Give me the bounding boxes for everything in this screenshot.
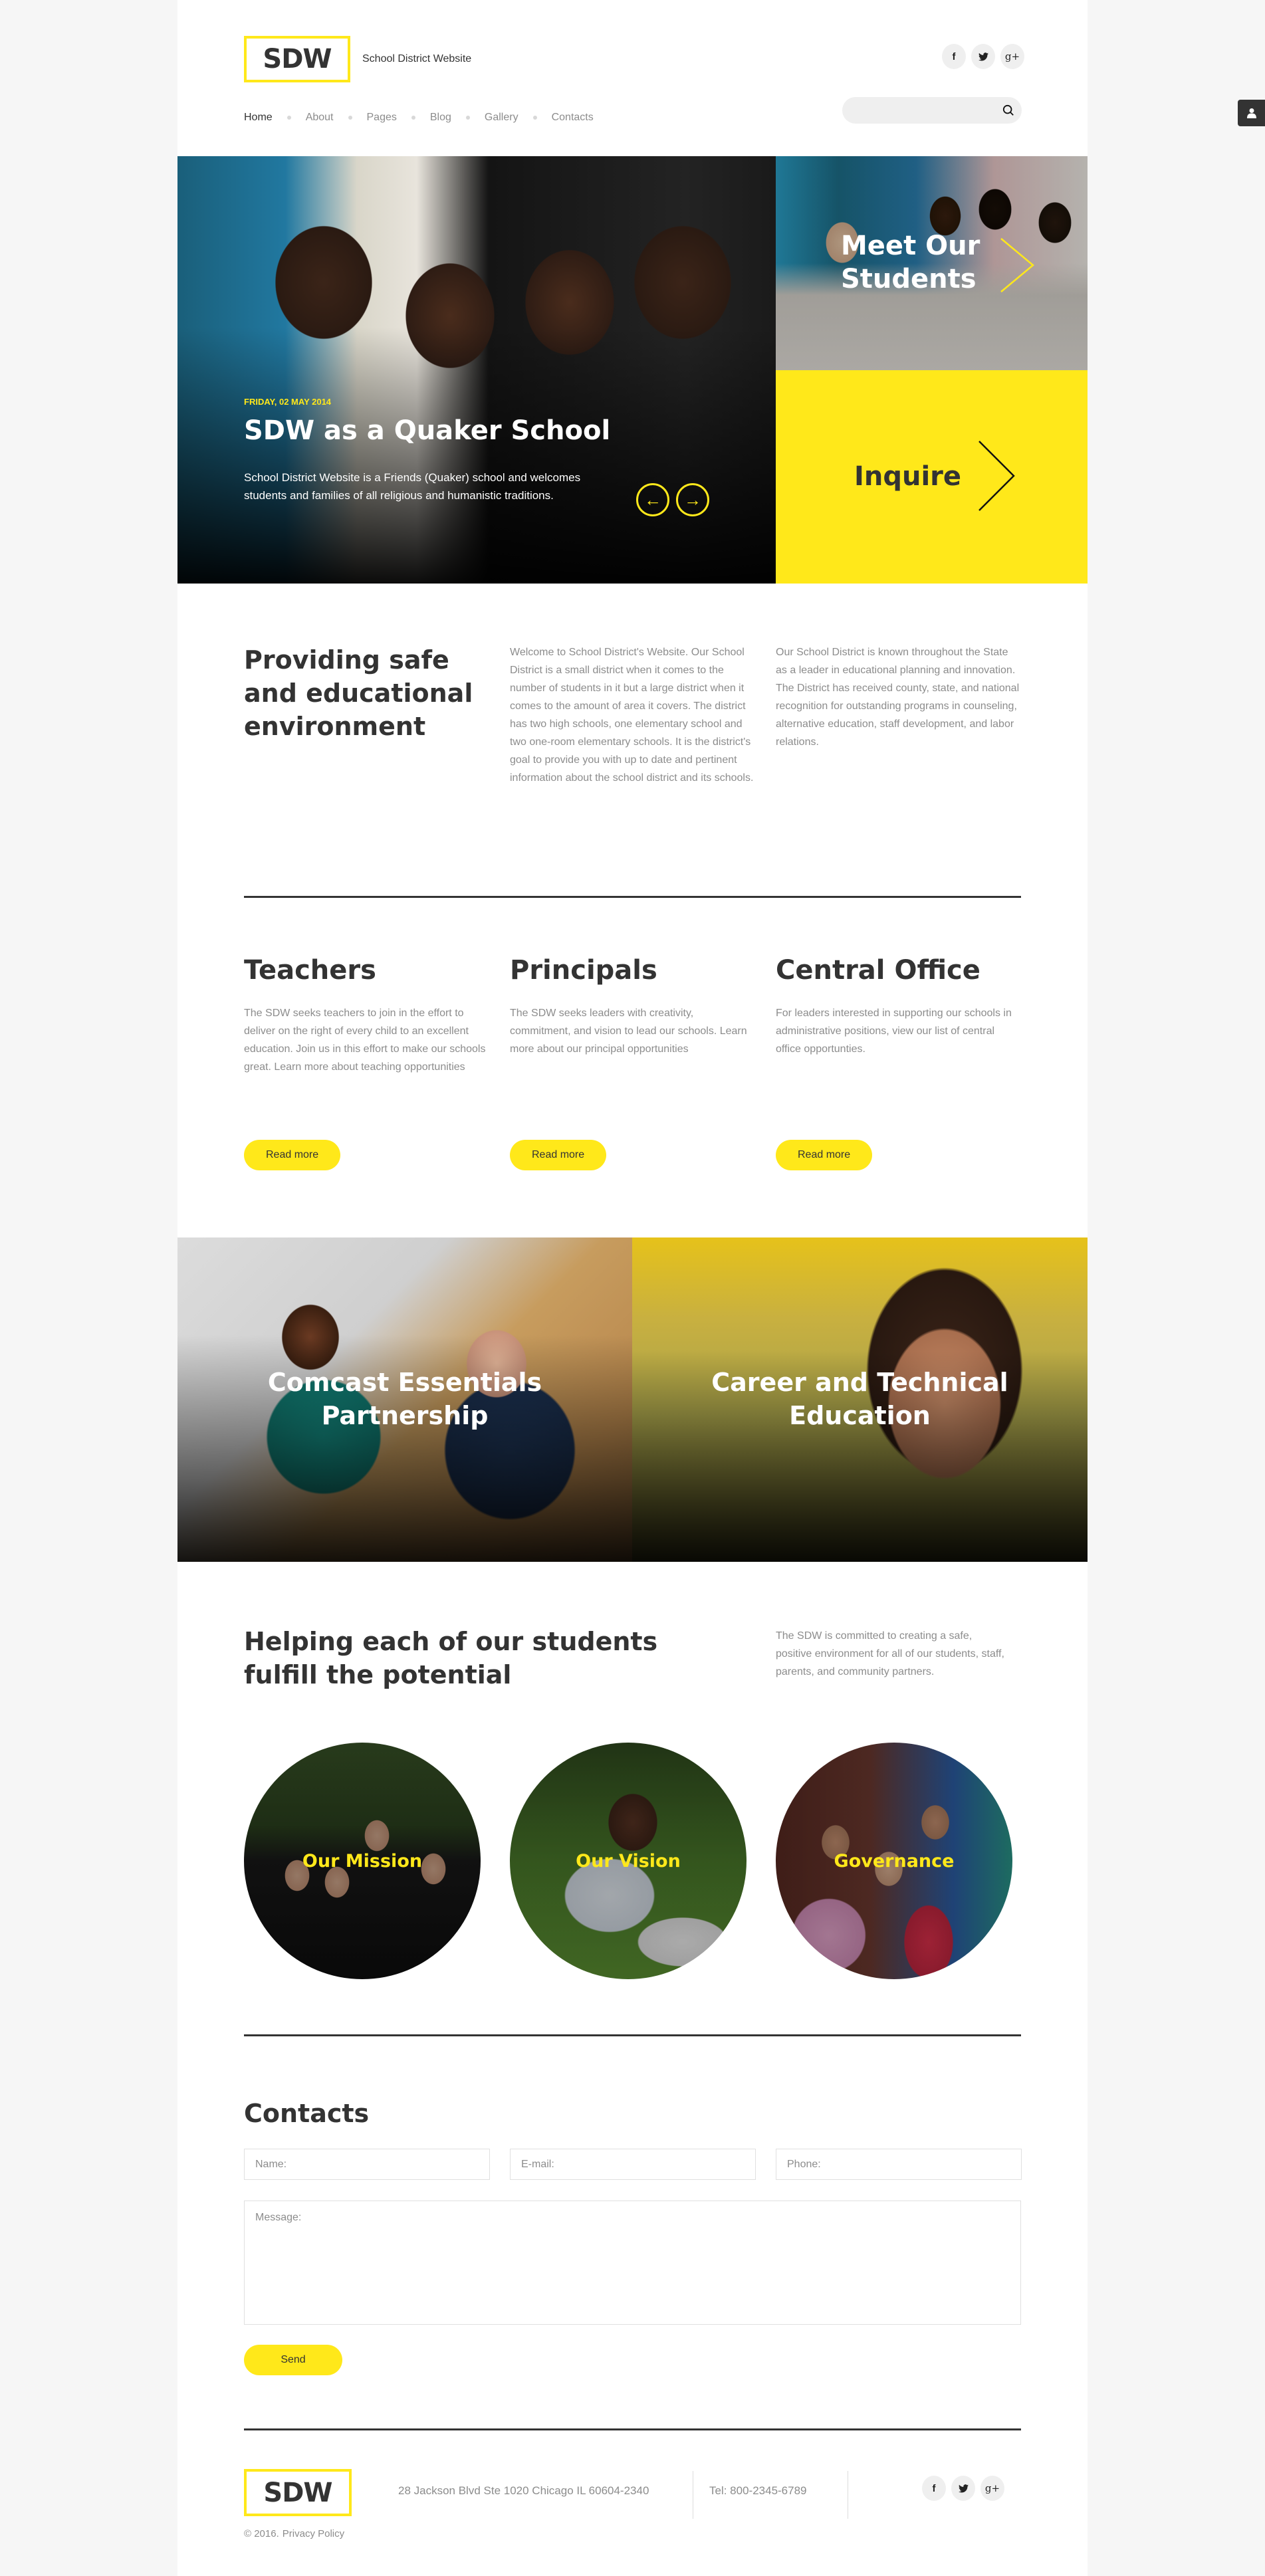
twitter-icon[interactable] <box>971 44 995 69</box>
read-more-button[interactable]: Read more <box>244 1140 341 1170</box>
footer-address: 28 Jackson Blvd Ste 1020 Chicago IL 6060… <box>398 2484 649 2497</box>
nav-about[interactable]: About <box>306 112 334 124</box>
circle-our-mission[interactable]: Our Mission <box>244 1743 481 1979</box>
card-title: Teachers <box>244 955 376 986</box>
google-plus-icon[interactable]: g+ <box>980 2476 1004 2501</box>
banner-label: Comcast Essentials Partnership <box>267 1368 542 1430</box>
section-divider <box>244 2034 1021 2036</box>
nav-contacts[interactable]: Contacts <box>552 112 594 124</box>
circle-label: Our Mission <box>302 1850 423 1872</box>
card-central-office: Central Office For leaders interested in… <box>776 954 1022 1170</box>
nav-home[interactable]: Home <box>244 112 273 124</box>
contacts-title: Contacts <box>244 2099 370 2128</box>
search-icon[interactable] <box>995 97 1022 124</box>
facebook-icon[interactable]: f <box>942 44 966 69</box>
hero-slider: FRIDAY, 02 MAY 2014 SDW as a Quaker Scho… <box>177 156 776 584</box>
arrow-right-icon[interactable]: → <box>676 483 709 516</box>
read-more-button[interactable]: Read more <box>510 1140 607 1170</box>
page-container: SDW School District Website f g+ Home Ab… <box>177 0 1088 2576</box>
nav-gallery[interactable]: Gallery <box>485 112 518 124</box>
facebook-icon[interactable]: f <box>922 2476 946 2501</box>
card-text: For leaders interested in supporting our… <box>776 1008 1012 1055</box>
card-text: The SDW seeks teachers to join in the ef… <box>244 1008 486 1073</box>
user-panel-toggle[interactable] <box>1238 100 1265 126</box>
nav-separator <box>411 116 415 120</box>
email-field[interactable] <box>510 2149 756 2180</box>
banner-comcast-essentials[interactable]: Comcast Essentials Partnership <box>177 1237 632 1562</box>
nav-blog[interactable]: Blog <box>430 112 451 124</box>
read-more-button[interactable]: Read more <box>776 1140 873 1170</box>
nav-separator <box>287 116 291 120</box>
send-button[interactable]: Send <box>244 2345 342 2375</box>
user-icon <box>1246 108 1256 118</box>
google-plus-icon[interactable]: g+ <box>1000 44 1024 69</box>
footer-phone: Tel: 800-2345-6789 <box>709 2484 807 2497</box>
logo-text: SDW <box>263 2477 332 2508</box>
card-title: Principals <box>510 955 657 986</box>
privacy-policy-link[interactable]: Privacy Policy <box>283 2528 344 2539</box>
banner-career-technical[interactable]: Career and Technical Education <box>632 1237 1088 1562</box>
nav-separator <box>348 116 352 120</box>
card-text: The SDW seeks leaders with creativity, c… <box>510 1008 747 1055</box>
nav-separator <box>532 116 537 120</box>
slider-controls: ← → <box>636 483 709 516</box>
nav-pages[interactable]: Pages <box>367 112 397 124</box>
message-field[interactable] <box>244 2200 1021 2325</box>
meet-our-students-tile[interactable]: Meet Our Students <box>776 156 1088 370</box>
hero-date: FRIDAY, 02 MAY 2014 <box>244 397 332 407</box>
search-input[interactable] <box>842 97 995 124</box>
hero-text: School District Website is a Friends (Qu… <box>244 471 581 502</box>
search-bar <box>842 97 1022 124</box>
footer-copyright: © 2016. Privacy Policy <box>244 2528 344 2539</box>
section-divider <box>244 2428 1021 2430</box>
copyright-text: © 2016. <box>244 2528 279 2539</box>
circle-our-vision[interactable]: Our Vision <box>510 1743 747 1979</box>
about-district-text: Our School District is known throughout … <box>776 647 1020 748</box>
header-social-links: f g+ <box>942 44 1024 69</box>
helping-text: The SDW is committed to creating a safe,… <box>776 1630 1004 1677</box>
chevron-right-icon <box>1000 238 1034 292</box>
circle-label: Governance <box>834 1850 955 1872</box>
helping-title: Helping each of our students fulfill the… <box>244 1627 658 1689</box>
footer-logo[interactable]: SDW <box>244 2469 352 2516</box>
inquire-label: Inquire <box>854 461 962 492</box>
about-welcome-text: Welcome to School District's Website. Ou… <box>510 647 754 784</box>
site-logo[interactable]: SDW <box>244 36 350 82</box>
name-field[interactable] <box>244 2149 490 2180</box>
circle-governance[interactable]: Governance <box>776 1743 1012 1979</box>
twitter-icon[interactable] <box>951 2476 975 2501</box>
section-divider <box>244 896 1021 898</box>
nav-separator <box>465 116 470 120</box>
inquire-tile[interactable]: Inquire <box>776 370 1088 584</box>
main-nav: Home About Pages Blog Gallery Contacts <box>244 112 594 124</box>
about-title: Providing safe and educational environme… <box>244 645 473 741</box>
card-principals: Principals The SDW seeks leaders with cr… <box>510 954 756 1170</box>
phone-field[interactable] <box>776 2149 1022 2180</box>
footer-social-links: f g+ <box>922 2476 1004 2501</box>
hero-title: SDW as a Quaker School <box>244 415 611 446</box>
chevron-right-icon <box>978 441 1015 511</box>
card-teachers: Teachers The SDW seeks teachers to join … <box>244 954 490 1170</box>
card-title: Central Office <box>776 955 980 986</box>
site-tagline: School District Website <box>362 53 472 64</box>
meet-our-students-label: Meet Our Students <box>841 231 980 294</box>
logo-text: SDW <box>263 44 332 74</box>
banner-label: Career and Technical Education <box>711 1368 1008 1430</box>
arrow-left-icon[interactable]: ← <box>636 483 669 516</box>
circle-label: Our Vision <box>576 1850 681 1872</box>
